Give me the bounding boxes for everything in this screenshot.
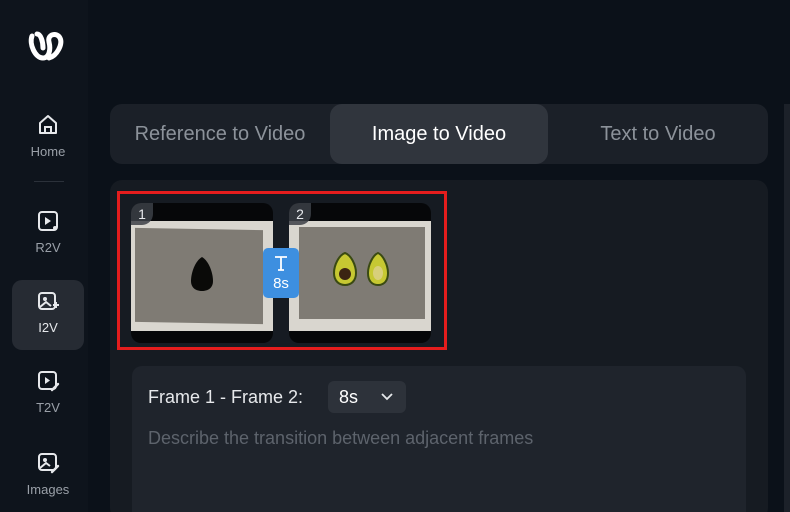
duration-dropdown[interactable]: 8s	[328, 381, 406, 413]
play-edit-icon	[38, 371, 60, 392]
play-square-icon	[38, 211, 58, 231]
sidebar-divider	[34, 181, 64, 182]
sidebar-item-label: Home	[30, 144, 66, 159]
sidebar-item-home[interactable]: Home	[12, 104, 84, 174]
sidebar-item-r2v[interactable]: R2V	[12, 200, 84, 270]
mode-tabs: Reference to Video Image to Video Text t…	[110, 104, 768, 164]
frame-pair-label: Frame 1 - Frame 2:	[148, 387, 304, 407]
sidebar-item-t2v[interactable]: T2V	[12, 360, 84, 430]
tab-reference-to-video[interactable]: Reference to Video	[110, 104, 330, 164]
chevron-down-icon	[381, 393, 393, 401]
image-edit-icon	[38, 453, 60, 474]
tab-text-to-video[interactable]: Text to Video	[548, 104, 768, 164]
sidebar-item-label: T2V	[36, 400, 60, 415]
sidebar-item-images[interactable]: Images	[12, 442, 84, 512]
sidebar-item-i2v[interactable]: I2V	[12, 280, 84, 350]
home-icon	[39, 115, 57, 134]
sidebar-item-label: I2V	[38, 320, 58, 335]
brand-logo-icon[interactable]	[27, 28, 71, 64]
selection-highlight	[117, 191, 447, 350]
sidebar: Home R2V I2V T2V Images	[0, 0, 88, 512]
right-edge-strip	[784, 104, 790, 512]
duration-value: 8s	[339, 386, 359, 407]
sidebar-item-label: Images	[26, 482, 70, 497]
tab-image-to-video[interactable]: Image to Video	[330, 104, 548, 164]
image-add-icon	[38, 292, 59, 310]
sidebar-item-label: R2V	[35, 240, 61, 255]
transition-description-input[interactable]	[148, 424, 728, 452]
